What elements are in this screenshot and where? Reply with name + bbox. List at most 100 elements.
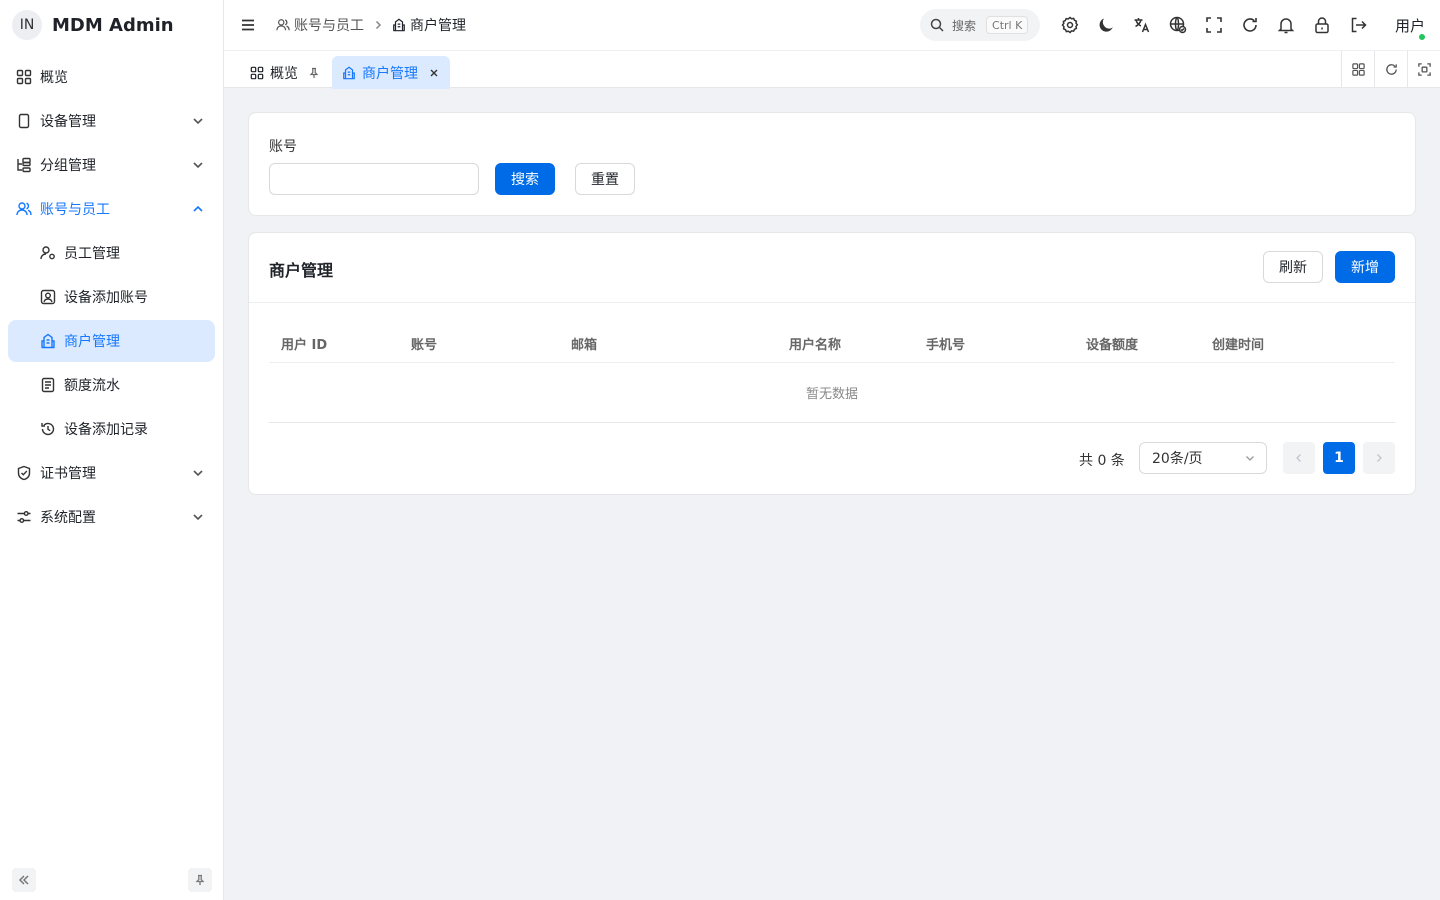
tab-label: 商户管理 [362, 65, 418, 82]
ledger-icon [41, 377, 55, 393]
prev-page-button[interactable] [1283, 442, 1315, 474]
tab-layout-button[interactable] [1341, 51, 1374, 88]
sidebar-item-quota-ledger[interactable]: 额度流水 [8, 364, 215, 406]
logout-icon[interactable] [1348, 15, 1368, 35]
globe-theme-icon[interactable] [1168, 15, 1188, 35]
column-header-created-at[interactable]: 创建时间 [1212, 334, 1264, 353]
search-icon [930, 18, 944, 32]
chevron-right-icon [1377, 454, 1382, 462]
page-button-current[interactable]: 1 [1323, 442, 1355, 474]
history-icon [41, 422, 55, 436]
sidebar-item-devices[interactable]: 设备管理 [8, 100, 215, 142]
sidebar-menu: 概览 设备管理 分组管理 账号与员工 员工管理 设备添加账号 商户管理 额度流水… [0, 56, 223, 538]
close-icon[interactable] [428, 67, 440, 79]
column-header-device-quota[interactable]: 设备额度 [1086, 334, 1138, 353]
collapse-sidebar-button[interactable] [12, 868, 36, 892]
double-chevron-left-icon [18, 875, 29, 885]
breadcrumb-merchants[interactable]: 商户管理 [392, 15, 466, 35]
sidebar: IN MDM Admin 概览 设备管理 分组管理 账号与员工 员工管理 设备添… [0, 0, 224, 900]
chevron-down-icon [193, 162, 203, 169]
group-tree-icon [17, 157, 31, 173]
bell-icon[interactable] [1276, 15, 1296, 35]
sidebar-item-accounts[interactable]: 账号与员工 [8, 188, 215, 230]
filter-card: 账号 搜索 重置 [248, 112, 1416, 216]
device-icon [18, 113, 30, 129]
column-header-account[interactable]: 账号 [411, 334, 437, 353]
sidebar-item-certificates[interactable]: 证书管理 [8, 452, 215, 494]
dashboard-icon [250, 66, 264, 79]
account-filter-input[interactable] [269, 163, 479, 195]
sidebar-item-device-records[interactable]: 设备添加记录 [8, 408, 215, 450]
chevron-down-icon [1246, 456, 1254, 461]
tab-label: 概览 [270, 65, 298, 82]
global-search[interactable]: 搜索 Ctrl K [920, 9, 1040, 41]
brand-title: MDM Admin [52, 14, 174, 36]
page-size-value: 20条/页 [1152, 451, 1203, 467]
breadcrumb-accounts[interactable]: 账号与员工 [276, 15, 364, 35]
tab-tools [1341, 51, 1440, 88]
merchant-table-card: 商户管理 刷新 新增 用户 ID 账号 邮箱 用户名称 手机号 设备额度 创建时… [248, 232, 1416, 495]
table-body: 暂无数据 [269, 363, 1395, 423]
sidebar-item-merchants[interactable]: 商户管理 [8, 320, 215, 362]
lock-icon[interactable] [1312, 15, 1332, 35]
chevron-down-icon [193, 118, 203, 125]
chevron-down-icon [193, 514, 203, 521]
reset-button[interactable]: 重置 [575, 163, 635, 195]
sidebar-item-employees[interactable]: 员工管理 [8, 232, 215, 274]
users-icon [16, 202, 32, 216]
table-card-header: 商户管理 刷新 新增 [249, 233, 1415, 303]
search-shortcut: Ctrl K [986, 16, 1029, 34]
fullscreen-icon[interactable] [1204, 15, 1224, 35]
column-header-phone[interactable]: 手机号 [926, 334, 965, 353]
device-account-icon [40, 289, 56, 305]
translate-icon[interactable] [1132, 15, 1152, 35]
tab-merchants[interactable]: 商户管理 [332, 56, 450, 89]
sidebar-item-groups[interactable]: 分组管理 [8, 144, 215, 186]
table-title: 商户管理 [269, 261, 334, 280]
column-header-username[interactable]: 用户名称 [789, 334, 841, 353]
sidebar-item-label: 分组管理 [40, 158, 96, 174]
column-header-user-id[interactable]: 用户 ID [281, 334, 327, 353]
user-avatar[interactable]: 用户 [1392, 9, 1428, 41]
tab-refresh-button[interactable] [1374, 51, 1407, 88]
tab-overview[interactable]: 概览 [240, 56, 330, 89]
top-header: 账号与员工 商户管理 搜索 Ctrl K 用户 [224, 0, 1440, 50]
pin-sidebar-button[interactable] [188, 868, 212, 892]
table-header: 用户 ID 账号 邮箱 用户名称 手机号 设备额度 创建时间 [269, 323, 1395, 363]
sidebar-item-label: 设备管理 [40, 114, 96, 130]
dashboard-icon [16, 69, 32, 85]
sidebar-item-label: 账号与员工 [40, 202, 110, 218]
sidebar-item-label: 系统配置 [40, 510, 96, 526]
settings-gear-icon[interactable] [1060, 15, 1080, 35]
refresh-button[interactable]: 刷新 [1263, 251, 1323, 283]
sliders-icon [17, 511, 31, 523]
refresh-icon[interactable] [1240, 15, 1260, 35]
page-size-select[interactable]: 20条/页 [1139, 442, 1267, 474]
search-button[interactable]: 搜索 [495, 163, 555, 195]
sidebar-item-label: 商户管理 [64, 334, 120, 350]
add-button[interactable]: 新增 [1335, 251, 1395, 283]
column-header-email[interactable]: 邮箱 [571, 334, 597, 353]
breadcrumb-label: 商户管理 [410, 18, 466, 34]
sidebar-item-device-accounts[interactable]: 设备添加账号 [8, 276, 215, 318]
brand-logo: IN [12, 10, 42, 40]
tab-maximize-button[interactable] [1407, 51, 1440, 88]
next-page-button[interactable] [1363, 442, 1395, 474]
sidebar-item-system-config[interactable]: 系统配置 [8, 496, 215, 538]
brand[interactable]: IN MDM Admin [0, 0, 223, 50]
menu-toggle-icon[interactable] [240, 17, 256, 33]
shield-icon [17, 465, 31, 481]
sidebar-footer [0, 868, 224, 892]
dark-mode-moon-icon[interactable] [1096, 15, 1116, 35]
account-filter-label: 账号 [269, 139, 297, 155]
breadcrumb: 账号与员工 商户管理 [276, 15, 466, 35]
pagination-total: 共 0 条 [1079, 453, 1125, 469]
sidebar-item-label: 概览 [40, 70, 68, 86]
chevron-up-icon [193, 205, 203, 212]
chevron-down-icon [193, 470, 203, 477]
pin-icon[interactable] [308, 67, 320, 79]
user-gear-icon [40, 246, 55, 260]
refresh-icon [1385, 64, 1397, 75]
sidebar-item-label: 证书管理 [40, 466, 96, 482]
sidebar-item-overview[interactable]: 概览 [8, 56, 215, 98]
